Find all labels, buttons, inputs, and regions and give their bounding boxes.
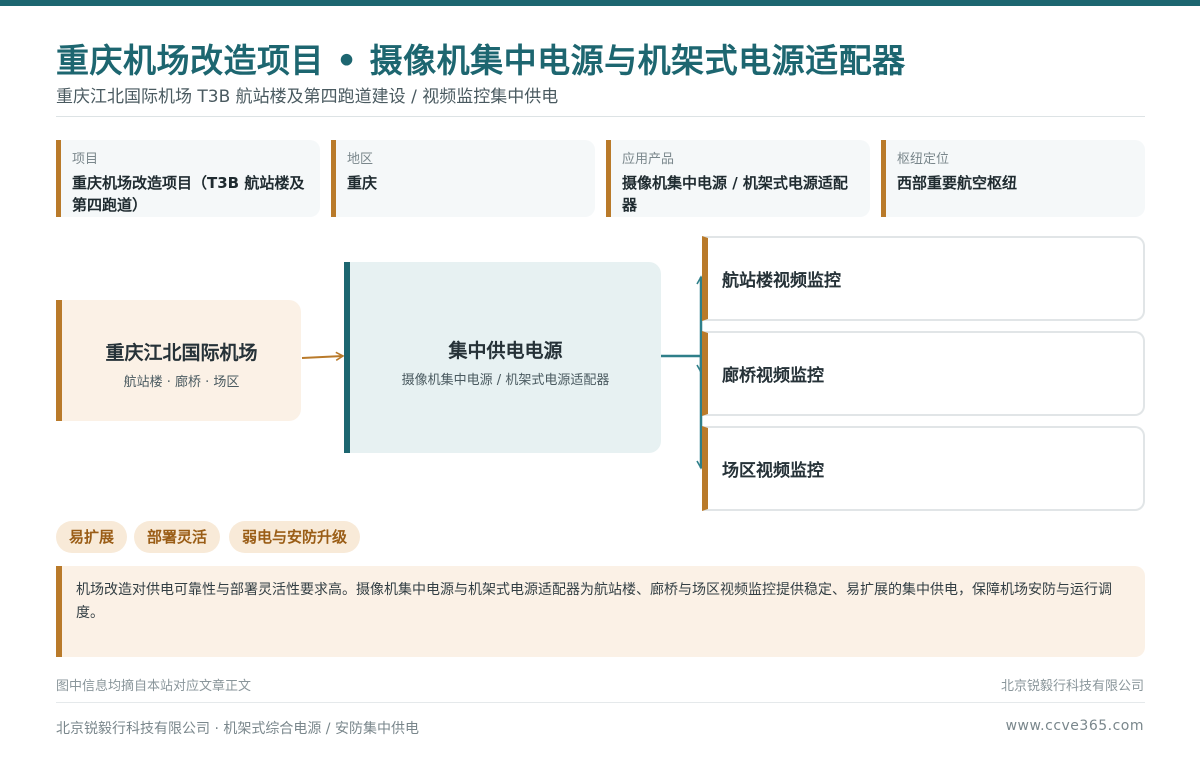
feature-tag: 易扩展 [56, 521, 128, 553]
source-node: 重庆江北国际机场 航站楼 · 廊桥 · 场区 [56, 300, 301, 421]
feature-tag: 部署灵活 [134, 521, 221, 553]
source-node-subtitle: 航站楼 · 廊桥 · 场区 [123, 375, 240, 390]
output-node-label: 航站楼视频监控 [722, 271, 841, 291]
footer-website-link[interactable]: www.ccve365.com [1006, 718, 1144, 734]
footer-company: 北京锐毅行科技有限公司 · 机架式综合电源 / 安防集中供电 [56, 721, 419, 737]
central-power-node: 集中供电电源 摄像机集中电源 / 机架式电源适配器 [344, 262, 661, 453]
feature-tag: 弱电与安防升级 [229, 521, 361, 553]
output-node-terminal: 航站楼视频监控 [702, 236, 1145, 321]
central-power-title: 集中供电电源 [448, 340, 563, 362]
output-node-bridge: 廊桥视频监控 [702, 331, 1145, 416]
source-to-center-arrow [301, 351, 345, 362]
source-note: 图中信息均摘自本站对应文章正文 [56, 679, 252, 694]
output-node-label: 场区视频监控 [722, 461, 824, 481]
central-power-subtitle: 摄像机集中电源 / 机架式电源适配器 [401, 373, 610, 388]
source-node-title: 重庆江北国际机场 [105, 342, 258, 364]
output-node-field: 场区视频监控 [702, 426, 1145, 511]
company-note: 北京锐毅行科技有限公司 [1000, 679, 1144, 694]
description-panel: 机场改造对供电可靠性与部署灵活性要求高。摄像机集中电源与机架式电源适配器为航站楼… [56, 566, 1145, 657]
footer-divider [56, 702, 1145, 703]
output-node-label: 廊桥视频监控 [722, 366, 824, 386]
